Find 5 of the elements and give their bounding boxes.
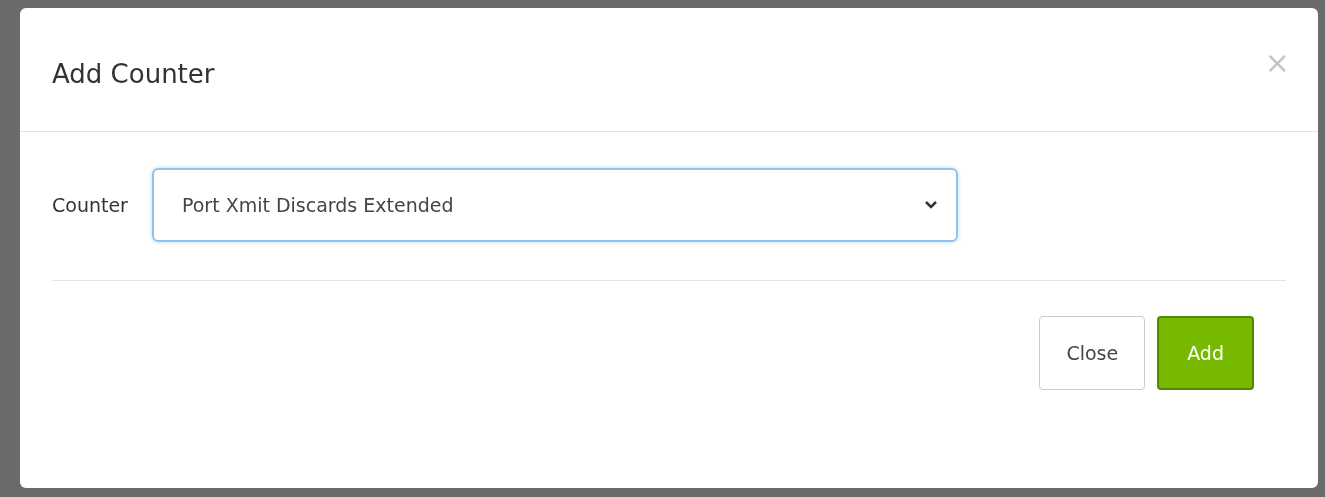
dialog-title: Add Counter (52, 58, 215, 91)
counter-select[interactable]: Port Xmit Discards Extended (151, 168, 958, 242)
chevron-icon (923, 200, 938, 210)
field-label: Counter (52, 192, 128, 218)
close-button[interactable]: Close (1039, 316, 1146, 390)
